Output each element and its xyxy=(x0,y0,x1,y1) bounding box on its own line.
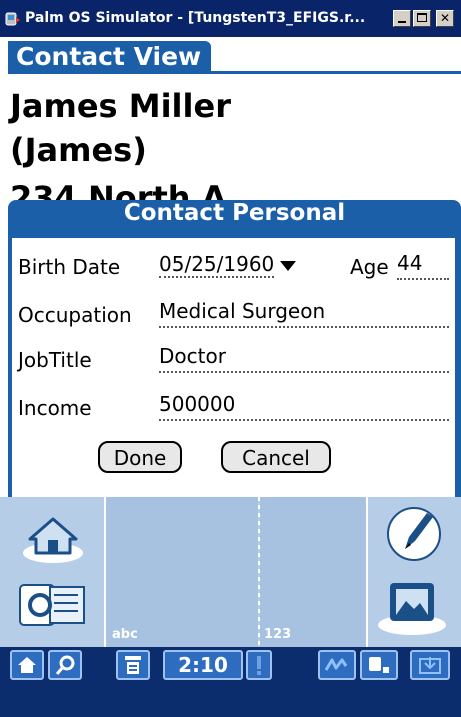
occupation-label: Occupation xyxy=(18,303,132,327)
find-icon[interactable] xyxy=(14,577,92,632)
age-field[interactable]: 44 xyxy=(397,250,449,280)
form-title-line xyxy=(8,71,461,74)
status-menu-icon[interactable] xyxy=(116,650,150,680)
minimize-icon[interactable] xyxy=(393,10,411,27)
cancel-button[interactable]: Cancel xyxy=(221,441,331,473)
status-alert-icon[interactable] xyxy=(246,650,272,680)
window-title-bar: Palm OS Simulator - [TungstenT3_EFIGS.r.… xyxy=(0,0,461,37)
dropdown-arrow-icon xyxy=(280,260,297,271)
dialog-body: Birth Date 05/25/1960 Age 44 Occupation … xyxy=(12,238,455,521)
window-title: Palm OS Simulator - [TungstenT3_EFIGS.r.… xyxy=(25,10,366,26)
pen-icon[interactable] xyxy=(383,503,445,565)
graffiti-numbers-pane[interactable] xyxy=(260,497,366,647)
dialog-title: Contact Personal xyxy=(123,200,346,226)
graffiti-center-divider xyxy=(258,497,260,647)
status-home-icon[interactable] xyxy=(10,650,44,680)
contact-personal-dialog: Contact Personal Birth Date 05/25/1960 A… xyxy=(8,200,461,527)
close-icon[interactable]: ✕ xyxy=(436,10,454,27)
display-icon[interactable] xyxy=(372,575,452,637)
contact-address: 234 North A... xyxy=(10,179,264,201)
graffiti-letters-pane[interactable] xyxy=(106,497,258,647)
form-title[interactable]: Contact View xyxy=(8,41,212,73)
contact-nickname: (James) xyxy=(10,131,147,169)
birth-date-value: 05/25/1960 xyxy=(159,252,275,278)
graffiti-divider xyxy=(366,497,368,647)
jobtitle-label: JobTitle xyxy=(18,348,92,372)
graffiti-numbers-label: 123 xyxy=(264,627,292,642)
income-field[interactable]: 500000 xyxy=(159,391,449,421)
maximize-icon[interactable] xyxy=(413,10,431,27)
status-clock[interactable]: 2:10 xyxy=(163,650,243,680)
income-label: Income xyxy=(18,396,92,420)
contact-name: James Miller xyxy=(10,87,231,125)
status-input-icon[interactable] xyxy=(410,650,450,680)
graffiti-letters-label: abc xyxy=(112,627,138,642)
graffiti-area: abc 123 xyxy=(0,497,461,647)
home-icon[interactable] xyxy=(18,507,88,567)
app-icon xyxy=(5,12,20,26)
status-bar: 2:10 xyxy=(0,647,461,717)
occupation-field[interactable]: Medical Surgeon xyxy=(159,298,449,328)
jobtitle-field[interactable]: Doctor xyxy=(159,343,449,373)
birth-date-selector[interactable]: 05/25/1960 xyxy=(159,252,297,278)
status-find-icon[interactable] xyxy=(48,650,82,680)
graffiti-divider xyxy=(104,497,106,647)
birth-date-label: Birth Date xyxy=(18,255,121,279)
status-graffiti-icon[interactable] xyxy=(318,650,356,680)
age-label: Age xyxy=(350,255,389,279)
status-screen-icon[interactable] xyxy=(360,650,398,680)
done-button[interactable]: Done xyxy=(98,441,182,473)
